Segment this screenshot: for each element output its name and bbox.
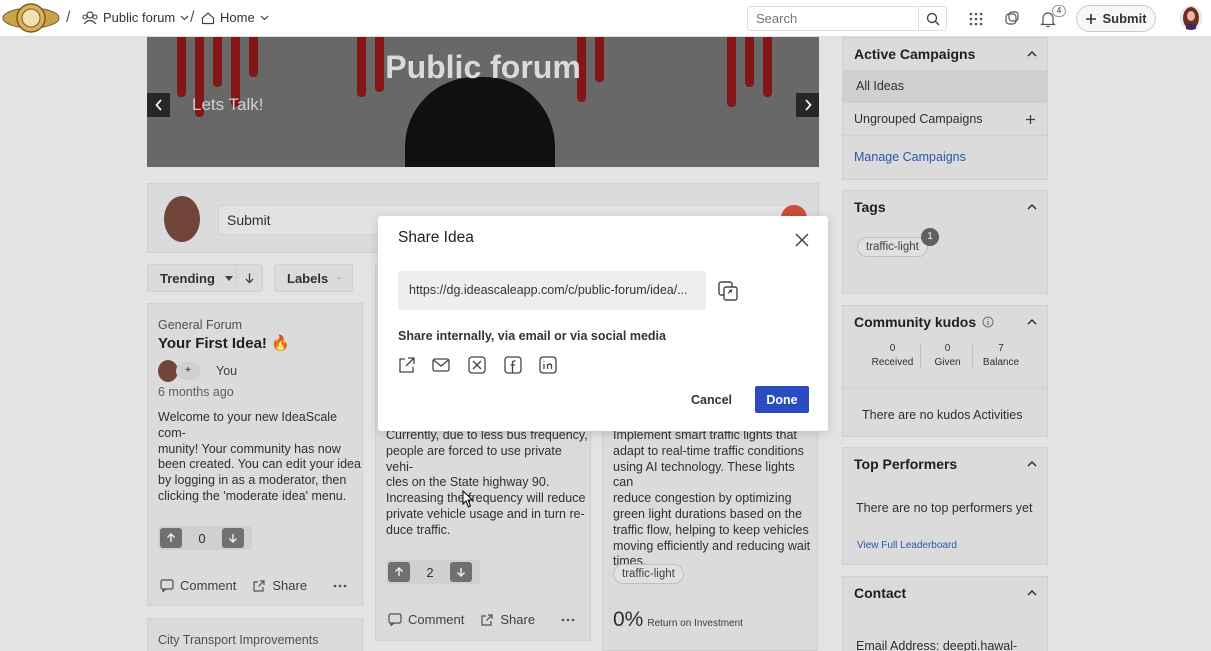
facebook-icon[interactable] — [504, 356, 522, 374]
chevron-down-icon — [260, 15, 269, 20]
breadcrumb-home[interactable]: Home — [201, 10, 269, 25]
modal-title: Share Idea — [398, 229, 474, 246]
search-input[interactable] — [748, 7, 920, 30]
copy-link-icon[interactable] — [717, 280, 739, 302]
search-box — [747, 6, 947, 31]
user-avatar[interactable] — [1180, 6, 1202, 30]
cancel-button[interactable]: Cancel — [683, 387, 740, 413]
messages-icon — [1005, 11, 1019, 25]
apps-grid-icon — [969, 12, 983, 26]
top-navigation-bar: / Public forum / Home 4 Submit — [0, 0, 1211, 37]
breadcrumb-label: Home — [220, 10, 255, 25]
linkedin-icon[interactable] — [539, 356, 557, 374]
plus-icon — [1086, 13, 1097, 24]
user-avatar-image — [1180, 6, 1202, 30]
share-instructions: Share internally, via email or via socia… — [398, 329, 666, 343]
community-icon — [82, 10, 98, 24]
close-icon[interactable] — [794, 232, 810, 248]
home-icon — [201, 11, 215, 24]
breadcrumb-separator: / — [190, 9, 195, 26]
search-icon — [926, 12, 940, 26]
ideascale-logo[interactable] — [2, 2, 60, 35]
share-idea-modal: Share Idea https://dg.ideascaleapp.com/c… — [378, 216, 828, 431]
submit-label: Submit — [1102, 11, 1147, 26]
apps-grid-button[interactable] — [965, 8, 987, 30]
breadcrumb-label: Public forum — [103, 10, 176, 25]
chevron-down-icon — [180, 15, 189, 20]
share-url-field[interactable]: https://dg.ideascaleapp.com/c/public-for… — [398, 271, 706, 310]
email-icon[interactable] — [432, 356, 450, 374]
messages-button[interactable] — [1001, 8, 1023, 30]
breadcrumb-public-forum[interactable]: Public forum — [82, 10, 189, 25]
breadcrumb-separator: / — [66, 9, 71, 26]
mouse-cursor-icon — [462, 490, 474, 508]
x-twitter-icon[interactable] — [468, 356, 486, 374]
notification-count-badge: 4 — [1052, 5, 1066, 17]
submit-idea-button[interactable]: Submit — [1076, 5, 1156, 32]
internal-share-icon[interactable] — [398, 356, 416, 374]
done-button[interactable]: Done — [755, 386, 809, 413]
search-button[interactable] — [918, 7, 946, 30]
